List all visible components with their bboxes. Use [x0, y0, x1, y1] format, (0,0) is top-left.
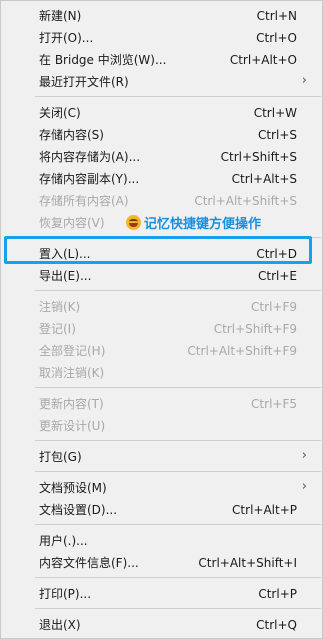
menu-item[interactable]: 打开(O)... Ctrl+O: [1, 27, 322, 49]
menu-item-label: 内容文件信息(F)...: [39, 556, 139, 570]
submenu-arrow-icon: ›: [301, 73, 307, 88]
file-menu: 新建(N) Ctrl+N 打开(O)... Ctrl+O 在 Bridge 中浏览(W)…: [0, 0, 323, 639]
menu-item-label: 注销(K): [39, 300, 81, 314]
menu-item[interactable]: 将内容存储为(A)... Ctrl+Shift+S: [1, 146, 322, 168]
menu-item[interactable]: 内容文件信息(F)... Ctrl+Alt+Shift+I: [1, 552, 322, 574]
menu-item-shortcut: Ctrl+Alt+O: [229, 53, 297, 67]
menu-item-shortcut: Ctrl+Shift+S: [220, 150, 297, 164]
menu-item-label: 登记(I): [39, 322, 76, 336]
menu-item-label: 文档预设(M): [39, 481, 107, 495]
menu-item-shortcut: Ctrl+P: [258, 587, 297, 601]
menu-separator: [35, 608, 321, 609]
menu-item-label: 全部登记(H): [39, 344, 106, 358]
menu-item[interactable]: 退出(X) Ctrl+Q: [1, 614, 322, 636]
menu-separator: [35, 96, 321, 97]
menu-item-shortcut: Ctrl+Alt+Shift+F9: [187, 344, 297, 358]
menu-item-label: 将内容存储为(A)...: [39, 150, 141, 164]
menu-separator: [35, 577, 321, 578]
menu-item-label: 新建(N): [39, 9, 82, 23]
menu-separator: [35, 290, 321, 291]
menu-item-label: 打印(P)...: [39, 587, 92, 601]
menu-item: 全部登记(H) Ctrl+Alt+Shift+F9: [1, 340, 322, 362]
menu-item-label: 存储内容(S): [39, 128, 104, 142]
menu-separator: [35, 387, 321, 388]
menu-item-shortcut: Ctrl+F9: [251, 300, 297, 314]
menu-item[interactable]: 新建(N) Ctrl+N: [1, 5, 322, 27]
menu-item: 更新设计(U): [1, 415, 322, 437]
menu-item-shortcut: Ctrl+Alt+Shift+I: [198, 556, 297, 570]
menu-item-label: 导出(E)...: [39, 269, 92, 283]
menu-item: 登记(I) Ctrl+Shift+F9: [1, 318, 322, 340]
menu-separator: [35, 524, 321, 525]
menu-item-label: 存储内容副本(Y)...: [39, 172, 140, 186]
menu-item-label: 在 Bridge 中浏览(W)...: [39, 53, 167, 67]
menu-item[interactable]: 打印(P)... Ctrl+P: [1, 583, 322, 605]
menu-item-label: 文档设置(D)...: [39, 503, 118, 517]
menu-item-shortcut: Ctrl+F5: [251, 397, 297, 411]
menu-item[interactable]: 最近打开文件(R) ›: [1, 71, 322, 93]
menu-item-label: 用户(.)...: [39, 534, 88, 548]
annotation-callout: 记忆快捷键方便操作: [126, 211, 261, 233]
menu-item[interactable]: 文档预设(M) ›: [1, 477, 322, 499]
menu-item-shortcut: Ctrl+W: [253, 106, 297, 120]
submenu-arrow-icon: ›: [301, 448, 307, 463]
menu-item-shortcut: Ctrl+Alt+S: [231, 172, 297, 186]
menu-item-label: 打包(G): [39, 450, 82, 464]
menu-separator: [35, 440, 321, 441]
menu-item-shortcut: Ctrl+Alt+P: [232, 503, 297, 517]
menu-item-label: 更新内容(T): [39, 397, 104, 411]
menu-item[interactable]: 用户(.)...: [1, 530, 322, 552]
menu-item-label: 存储所有内容(A): [39, 194, 129, 208]
menu-item-label: 最近打开文件(R): [39, 75, 129, 89]
menu-item[interactable]: 存储内容副本(Y)... Ctrl+Alt+S: [1, 168, 322, 190]
menu-item-label: 关闭(C): [39, 106, 81, 120]
menu-item-label: 取消注销(K): [39, 366, 105, 380]
menu-item[interactable]: 在 Bridge 中浏览(W)... Ctrl+Alt+O: [1, 49, 322, 71]
menu-item-label: 打开(O)...: [39, 31, 94, 45]
menu-item-shortcut: Ctrl+Q: [256, 618, 297, 632]
menu-item: 注销(K) Ctrl+F9: [1, 296, 322, 318]
menu-item: 存储所有内容(A) Ctrl+Alt+Shift+S: [1, 190, 322, 212]
menu-item[interactable]: 打包(G) ›: [1, 446, 322, 468]
menu-item-shortcut: Ctrl+Shift+F9: [213, 322, 297, 336]
submenu-arrow-icon: ›: [301, 479, 307, 494]
grinning-face-icon: [126, 214, 141, 230]
menu-item[interactable]: 导出(E)... Ctrl+E: [1, 265, 322, 287]
menu-item-label: 更新设计(U): [39, 419, 106, 433]
menu-item-shortcut: Ctrl+E: [258, 269, 297, 283]
menu-separator: [35, 471, 321, 472]
menu-item-shortcut: Ctrl+S: [257, 128, 297, 142]
menu-item[interactable]: 关闭(C) Ctrl+W: [1, 102, 322, 124]
menu-item-shortcut: Ctrl+Alt+Shift+S: [194, 194, 297, 208]
menu-item-label: 退出(X): [39, 618, 81, 632]
menu-item-shortcut: Ctrl+O: [256, 31, 297, 45]
menu-item-label: 恢复内容(V): [39, 216, 105, 230]
menu-item: 取消注销(K): [1, 362, 322, 384]
menu-item[interactable]: 文档设置(D)... Ctrl+Alt+P: [1, 499, 322, 521]
menu-item[interactable]: 存储内容(S) Ctrl+S: [1, 124, 322, 146]
highlight-box: [4, 236, 312, 264]
menu-item-shortcut: Ctrl+N: [256, 9, 297, 23]
annotation-text: 记忆快捷键方便操作: [144, 216, 262, 232]
menu-item: 更新内容(T) Ctrl+F5: [1, 393, 322, 415]
